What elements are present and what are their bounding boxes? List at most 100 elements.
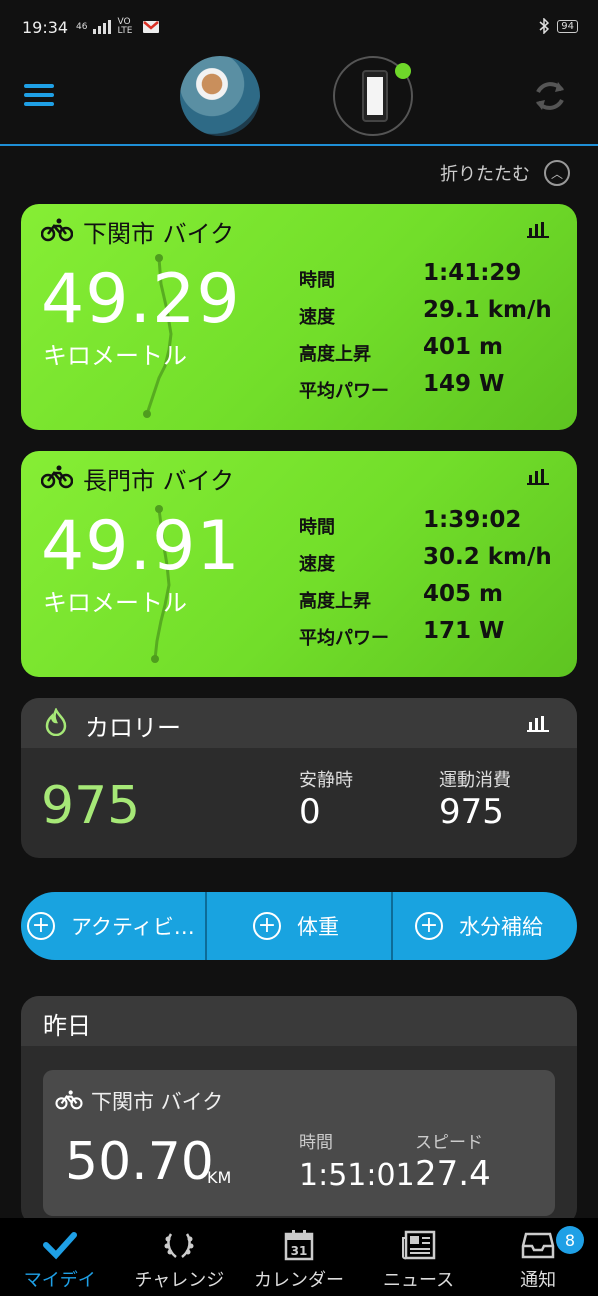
stat-value: 405 m	[423, 581, 503, 607]
stat-label: 時間	[299, 270, 335, 291]
bar-chart-icon[interactable]	[527, 220, 549, 238]
inbox-icon	[521, 1232, 555, 1259]
action-label: 体重	[297, 915, 339, 939]
battery-indicator: 94	[557, 19, 578, 33]
yesterday-header: 昨日	[21, 996, 577, 1046]
yesterday-time-label: 時間	[299, 1133, 333, 1153]
laurel-icon	[164, 1233, 194, 1258]
newspaper-icon	[401, 1230, 435, 1260]
signal-icon	[93, 20, 112, 34]
action-label: アクティビ…	[71, 915, 195, 939]
stat-value: 171 W	[423, 618, 505, 644]
gmail-icon	[143, 21, 160, 33]
bike-icon	[41, 465, 73, 489]
stat-labels: 時間 速度 高度上昇 平均パワー	[299, 266, 389, 414]
collapse-toggle[interactable]: 折りたたむ ︿	[440, 160, 570, 186]
nav-notifications[interactable]: 通知 8	[478, 1218, 598, 1296]
calories-total: 975	[41, 776, 141, 836]
plus-icon: +	[415, 912, 443, 940]
plus-icon: +	[27, 912, 55, 940]
stat-values: 1:41:29 29.1 km/h 401 m 149 W	[423, 260, 552, 408]
distance-unit: キロメートル	[43, 589, 187, 617]
yesterday-time-value: 1:51:01	[299, 1158, 415, 1193]
status-time: 19:34	[22, 18, 69, 37]
stat-value: 1:39:02	[423, 507, 522, 533]
yesterday-card: 昨日 下関市 バイク 50.70 KM 時間 1:51:01 スピード 27.4	[21, 996, 577, 1226]
stat-label: 平均パワー	[299, 381, 389, 402]
active-value: 975	[439, 792, 504, 832]
network-label: 46	[76, 22, 88, 32]
nav-label: チャレンジ	[134, 1270, 225, 1291]
nav-label: 通知	[520, 1270, 557, 1291]
bar-chart-icon[interactable]	[527, 714, 549, 732]
volte-label: VO LTE	[117, 17, 133, 36]
activity-title: 長門市 バイク	[83, 467, 235, 495]
nav-label: カレンダー	[253, 1270, 344, 1291]
menu-icon[interactable]	[24, 84, 54, 106]
yesterday-distance: 50.70	[65, 1132, 214, 1192]
bike-computer-icon	[362, 70, 388, 122]
activity-title: 下関市 バイク	[83, 220, 235, 248]
stat-label: 高度上昇	[299, 591, 371, 612]
nav-label: マイデイ	[23, 1270, 96, 1291]
action-label: 水分補給	[459, 915, 543, 939]
yesterday-activity[interactable]: 下関市 バイク 50.70 KM 時間 1:51:01 スピード 27.4	[43, 1070, 555, 1216]
status-right: 94	[539, 18, 578, 34]
chevron-up-icon: ︿	[544, 160, 570, 186]
device-connected-indicator	[395, 63, 411, 79]
distance-value: 49.91	[41, 507, 241, 586]
resting-value: 0	[299, 792, 321, 832]
calories-title: カロリー	[85, 714, 181, 742]
nav-my-day[interactable]: マイデイ	[0, 1218, 120, 1296]
status-bar: 19:34 46 VO LTE 94	[0, 0, 598, 56]
stat-label: 時間	[299, 517, 335, 538]
bike-icon	[41, 218, 73, 242]
notification-badge: 8	[555, 1226, 584, 1254]
plus-icon: +	[253, 912, 281, 940]
top-bar	[0, 56, 598, 146]
stat-value: 401 m	[423, 334, 503, 360]
stat-label: 速度	[299, 554, 335, 575]
sync-icon[interactable]	[530, 76, 570, 116]
yesterday-speed-value: 27.4	[415, 1154, 491, 1194]
quick-actions: + アクティビ… + 体重 + 水分補給	[21, 892, 577, 960]
activity-card[interactable]: 下関市 バイク 49.29 キロメートル 時間 速度 高度上昇 平均パワー 1:…	[21, 204, 577, 430]
activity-card[interactable]: 長門市 バイク 49.91 キロメートル 時間 速度 高度上昇 平均パワー 1:…	[21, 451, 577, 677]
flame-icon	[45, 708, 67, 736]
add-activity-button[interactable]: + アクティビ…	[21, 892, 207, 960]
stat-label: 速度	[299, 307, 335, 328]
stat-value: 30.2 km/h	[423, 544, 552, 570]
bar-chart-icon[interactable]	[527, 467, 549, 485]
stat-values: 1:39:02 30.2 km/h 405 m 171 W	[423, 507, 552, 655]
add-hydration-button[interactable]: + 水分補給	[393, 892, 577, 960]
bottom-nav: マイデイ チャレンジ 31 カレンダー ニュース 通知 8	[0, 1218, 598, 1296]
nav-challenges[interactable]: チャレンジ	[120, 1218, 240, 1296]
yesterday-title: 昨日	[43, 1012, 91, 1040]
stat-value: 29.1 km/h	[423, 297, 552, 323]
status-network-icons: 46 VO LTE	[76, 17, 160, 36]
distance-unit: キロメートル	[43, 342, 187, 370]
avatar[interactable]	[180, 56, 260, 136]
nav-calendar[interactable]: 31 カレンダー	[239, 1218, 359, 1296]
stat-labels: 時間 速度 高度上昇 平均パワー	[299, 513, 389, 661]
resting-label: 安静時	[299, 770, 353, 791]
active-label: 運動消費	[439, 770, 511, 791]
yesterday-unit: KM	[207, 1168, 232, 1187]
nav-label: ニュース	[383, 1270, 455, 1291]
calendar-day: 31	[291, 1244, 308, 1258]
calendar-icon: 31	[284, 1230, 314, 1261]
yesterday-activity-title: 下関市 バイク	[91, 1090, 224, 1114]
stat-value: 149 W	[423, 371, 505, 397]
bike-icon	[55, 1090, 83, 1110]
nav-news[interactable]: ニュース	[359, 1218, 479, 1296]
stat-label: 高度上昇	[299, 344, 371, 365]
yesterday-speed-label: スピード	[415, 1133, 483, 1153]
calories-card[interactable]: カロリー 975 安静時 0 運動消費 975	[21, 698, 577, 858]
calories-header: カロリー	[21, 698, 577, 748]
bluetooth-icon	[539, 18, 550, 34]
stat-label: 平均パワー	[299, 628, 389, 649]
collapse-label: 折りたたむ	[440, 164, 530, 185]
distance-value: 49.29	[41, 260, 241, 339]
stat-value: 1:41:29	[423, 260, 522, 286]
add-weight-button[interactable]: + 体重	[207, 892, 393, 960]
